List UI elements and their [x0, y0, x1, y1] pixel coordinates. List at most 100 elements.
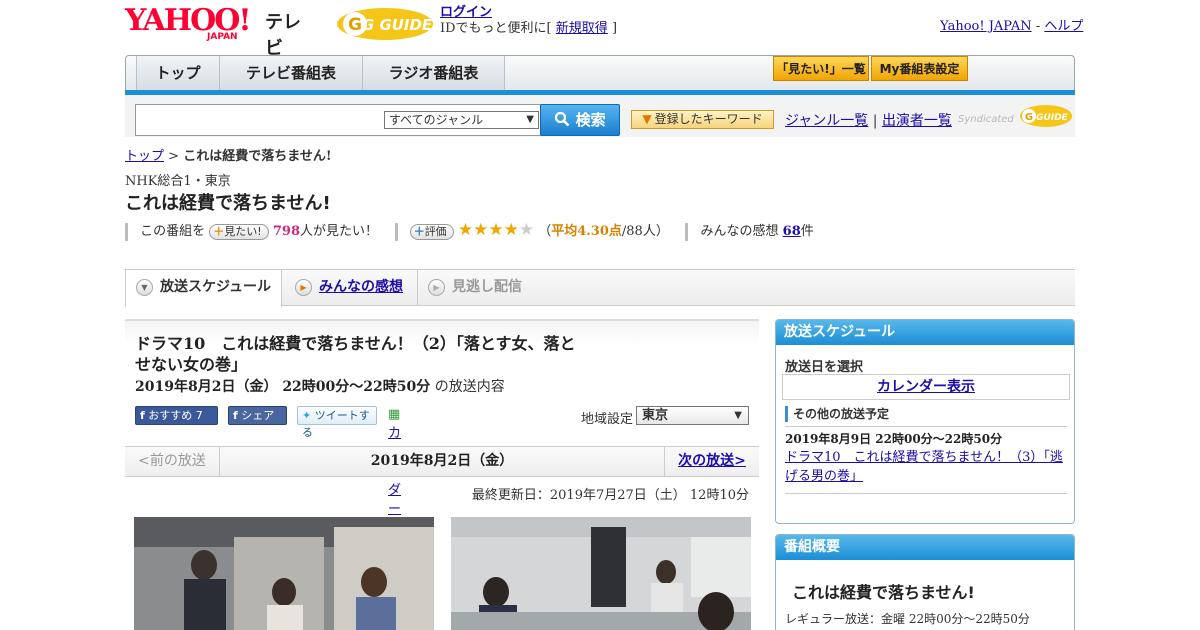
other-broadcast-title: ドラマ10 これは経費で落ちません！（3）「逃げる男の巻」	[785, 450, 1063, 484]
star-empty-icon: ★	[518, 220, 535, 240]
yahoo-tv-logo[interactable]: YAHOO! JAPAN テレビ	[125, 6, 315, 60]
gguide-logo-text: G GUIDE	[362, 16, 433, 34]
mitai-list-button[interactable]: 「見たい!」一覧	[773, 56, 869, 81]
this-program-label: この番組を	[140, 224, 206, 239]
kansou-label: みんなの感想	[700, 224, 779, 239]
keyword-button-label: 登録したキーワード	[654, 112, 763, 126]
episode-datetime-value: 2019年8月2日（金） 22時00分～22時50分	[135, 379, 431, 395]
page-title: これは経費で落ちません!	[125, 193, 331, 214]
star-filled-icon: ★	[503, 220, 519, 240]
mitai-button[interactable]: ＋見たい!	[209, 223, 269, 240]
prev-broadcast: <前の放送	[125, 447, 220, 476]
nav-tab-tv-guide[interactable]: テレビ番組表	[220, 56, 363, 91]
channel-label: NHK総合1・東京	[125, 174, 231, 189]
sidebar-schedule-box: 放送スケジュール 放送日を選択 カレンダー表示 その他の放送予定 2019年8月…	[775, 319, 1075, 524]
genre-select[interactable]: すべてのジャンル ▼	[384, 111, 539, 129]
tab-broadcast-schedule[interactable]: ▼ 放送スケジュール	[125, 270, 282, 307]
login-link[interactable]: ログイン	[440, 5, 492, 20]
facebook-icon: f	[140, 409, 145, 422]
breadcrumb-current: これは経費で落ちません!	[183, 149, 332, 164]
episode-datetime-suffix: の放送内容	[434, 379, 505, 395]
global-nav: トップ テレビ番組表 ラジオ番組表 「見たい!」一覧 My番組表設定	[125, 55, 1075, 93]
play-icon: ▶	[295, 279, 312, 296]
share-label: シェア	[241, 409, 275, 422]
calendar-view-label: カレンダー表示	[877, 379, 975, 395]
episode-photo[interactable]	[134, 517, 434, 630]
current-broadcast-date: 2019年8月2日（金）	[370, 453, 514, 469]
divider	[785, 426, 1067, 427]
divider	[125, 222, 128, 241]
svg-text:G: G	[348, 15, 362, 35]
star-filled-icon: ★	[473, 220, 489, 240]
tab-label: 見逃し配信	[452, 279, 522, 295]
search-links: ジャンル一覧 | 出演者一覧	[785, 110, 952, 130]
yahoo-japan-link[interactable]: Yahoo! JAPAN	[940, 19, 1032, 34]
next-broadcast-link[interactable]: 次の放送>	[664, 447, 759, 476]
rating-people: /88人）	[621, 224, 669, 239]
rating-button[interactable]: ＋評価	[409, 223, 454, 240]
program-tabs: ▼ 放送スケジュール ▶ みんなの感想 ▶ 見逃し配信	[125, 269, 1075, 307]
link-separator: -	[1035, 19, 1041, 34]
calendar-icon: ▦	[388, 407, 401, 422]
episode-photo[interactable]	[451, 517, 751, 630]
episode-datetime: 2019年8月2日（金） 22時00分～22時50分 の放送内容	[135, 376, 505, 396]
chevron-down-icon: ▼	[136, 279, 153, 296]
breadcrumb-top-link[interactable]: トップ	[125, 149, 164, 164]
mitai-count: 798	[272, 224, 300, 239]
region-select[interactable]: 東京 ▼	[636, 406, 749, 425]
star-filled-icon: ★	[457, 220, 474, 240]
gguide-logo[interactable]: G G GUIDE	[335, 6, 435, 42]
keyword-button[interactable]: ▼ 登録したキーワード	[631, 110, 774, 129]
mitai-button-label: 見たい!	[224, 224, 262, 238]
rating-average: 平均4.30点	[551, 224, 622, 239]
rating-open: （	[538, 224, 552, 239]
signup-link[interactable]: 新規取得	[556, 21, 608, 36]
tweet-button[interactable]: ✦ ツイートする	[297, 406, 377, 439]
syndicated-gguide-logo: Syndicated G GUIDE	[958, 103, 1073, 129]
id-promo-end: ]	[611, 21, 618, 36]
tab-catchup-streaming[interactable]: ▶ 見逃し配信	[417, 270, 547, 306]
tab-reviews[interactable]: ▶ みんなの感想	[285, 270, 415, 306]
like-label: おすすめ 7	[148, 409, 203, 422]
other-broadcast-link[interactable]: ドラマ10 これは経費で落ちません！（3）「逃げる男の巻」	[785, 448, 1067, 486]
star-filled-icon: ★	[488, 220, 504, 240]
star-rating: ★★★★★	[458, 220, 534, 240]
calendar-view-button[interactable]: カレンダー表示	[782, 374, 1070, 400]
search-button[interactable]: 検索	[540, 104, 620, 136]
syndicated-text: Syndicated	[958, 114, 1014, 125]
plus-icon: ＋	[413, 224, 425, 238]
chevron-down-icon: ▼	[734, 410, 742, 421]
japan-logo-text: JAPAN	[207, 32, 238, 42]
nav-tab-top[interactable]: トップ	[136, 56, 220, 91]
search-button-label: 検索	[575, 111, 606, 129]
divider	[785, 493, 1067, 494]
kansou-count-link[interactable]: 68	[783, 224, 801, 239]
other-broadcast-datetime: 2019年8月9日 22時00分～22時50分	[785, 432, 1003, 446]
program-stats: この番組を ＋見たい! 798人が見たい！ ＋評価 ★★★★★ （平均4.30点…	[125, 220, 814, 242]
facebook-icon: f	[233, 409, 238, 422]
my-tv-settings-button[interactable]: My番組表設定	[871, 56, 968, 81]
select-date-label: 放送日を選択	[785, 360, 864, 375]
search-icon	[555, 111, 570, 127]
last-updated: 最終更新日：2019年7月27日（土） 12時10分	[471, 488, 749, 503]
regular-broadcast-info: レギュラー放送：金曜 22時00分～22時50分	[785, 612, 1030, 626]
facebook-like-button[interactable]: f おすすめ 7	[135, 406, 218, 425]
svg-text:G: G	[1025, 112, 1033, 123]
facebook-share-button[interactable]: f シェア	[228, 406, 287, 425]
genre-select-value: すべてのジャンル	[389, 113, 484, 127]
sidebar-summary-heading: 番組概要	[776, 535, 1074, 560]
rating-button-label: 評価	[424, 224, 447, 238]
breadcrumb: トップ > これは経費で落ちません!	[125, 145, 332, 164]
nav-tab-radio-guide[interactable]: ラジオ番組表	[363, 56, 505, 91]
summary-title: これは経費で落ちません!	[792, 583, 975, 602]
genre-list-link[interactable]: ジャンル一覧	[785, 113, 868, 129]
dropdown-arrow-icon: ▼	[642, 112, 652, 126]
twitter-bird-icon: ✦	[302, 409, 312, 422]
breadcrumb-separator: >	[168, 149, 180, 164]
sidebar-schedule-heading: 放送スケジュール	[776, 320, 1074, 345]
help-link[interactable]: ヘルプ	[1044, 19, 1083, 34]
divider	[394, 222, 398, 241]
region-label: 地域設定	[581, 412, 634, 427]
next-broadcast-label: 次の放送>	[678, 453, 746, 469]
performer-list-link[interactable]: 出演者一覧	[882, 113, 952, 129]
